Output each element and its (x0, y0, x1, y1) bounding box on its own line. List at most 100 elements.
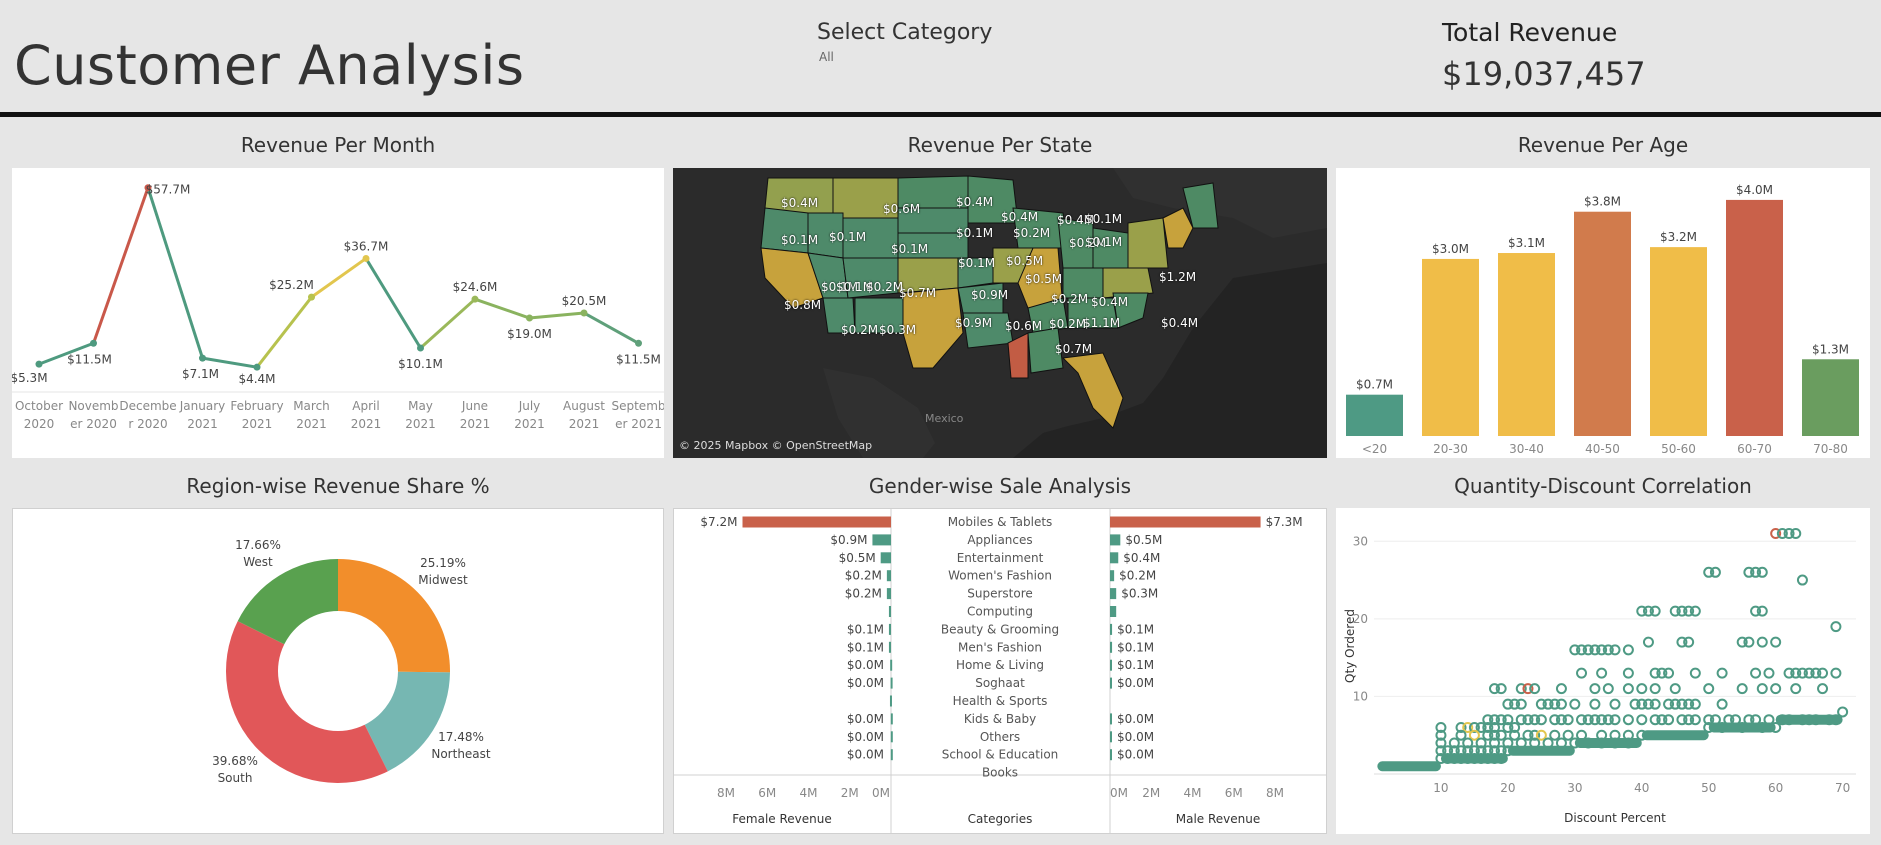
age-bar[interactable] (1802, 359, 1859, 436)
scatter-point[interactable] (1689, 667, 1701, 679)
age-bar[interactable] (1498, 253, 1555, 436)
female-bar[interactable] (890, 713, 893, 725)
month-chart-panel[interactable]: $5.3M $11.5M $57.7M $7.1M $4.4M $25.2M $36.7M $… (10, 168, 666, 458)
scatter-point[interactable] (1830, 621, 1842, 633)
scatter-point[interactable] (1562, 729, 1574, 741)
male-bar[interactable] (1110, 570, 1115, 582)
scatter-point[interactable] (1756, 636, 1768, 648)
scatter-point[interactable] (1555, 683, 1567, 695)
scatter-chart-panel[interactable]: 10 20 30 10 20 30 40 50 60 70 Discount Percent Qty … (1336, 508, 1870, 834)
age-bar[interactable] (1574, 211, 1631, 436)
scatter-point[interactable] (1770, 683, 1782, 695)
scatter-point[interactable] (1756, 683, 1768, 695)
age-bar[interactable] (1422, 258, 1479, 436)
scatter-point[interactable] (1636, 714, 1648, 726)
data-point[interactable] (362, 254, 370, 262)
scatter-point[interactable] (1796, 574, 1808, 586)
age-bar-chart[interactable]: $0.7M <20 $3.0M 20-30 $3.1M 30-40 $3.8M 40-50 $3… (1336, 168, 1870, 458)
data-point[interactable] (471, 295, 479, 303)
female-bar[interactable] (890, 731, 893, 743)
male-bar[interactable] (1110, 623, 1113, 635)
male-bar[interactable] (1110, 713, 1112, 725)
age-bar[interactable] (1346, 394, 1403, 436)
x-tick-label: 50 (1701, 781, 1716, 795)
scatter-point[interactable] (1716, 698, 1728, 710)
female-bar[interactable] (890, 749, 893, 761)
female-bar[interactable] (872, 534, 891, 546)
male-bar[interactable] (1110, 659, 1112, 671)
data-point[interactable] (635, 339, 642, 347)
female-bar[interactable] (890, 659, 893, 671)
region-donut-chart[interactable]: 25.19% Midwest 17.48% Northeast 39.68% South 1… (13, 509, 663, 833)
month-line-chart[interactable]: $5.3M $11.5M $57.7M $7.1M $4.4M $25.2M $36.7M $… (10, 168, 665, 458)
male-bar[interactable] (1110, 677, 1112, 689)
scatter-point[interactable] (1622, 667, 1634, 679)
scatter-point[interactable] (1770, 636, 1782, 648)
scatter-point[interactable] (1589, 698, 1601, 710)
scatter-point[interactable] (1622, 683, 1634, 695)
region-chart-panel[interactable]: 25.19% Midwest 17.48% Northeast 39.68% South 1… (12, 508, 664, 834)
scatter-point[interactable] (1589, 683, 1601, 695)
data-point[interactable] (526, 314, 533, 322)
map-copyright[interactable]: © 2025 Mapbox © OpenStreetMap (679, 439, 872, 452)
scatter-point[interactable] (1750, 667, 1762, 679)
scatter-point[interactable] (1622, 714, 1634, 726)
scatter-point[interactable] (1636, 683, 1648, 695)
male-bar[interactable] (1110, 606, 1117, 617)
scatter-point[interactable] (1716, 667, 1728, 679)
state-map-panel[interactable]: $0.4M $0.6M $0.4M $0.4M $0.1M $0.1M $0.1M $0.2M… (673, 168, 1327, 458)
scatter-point[interactable] (1642, 636, 1654, 648)
female-bar[interactable] (888, 641, 891, 653)
male-bar[interactable] (1110, 516, 1261, 528)
scatter-point[interactable] (1649, 683, 1661, 695)
scatter-point[interactable] (1703, 683, 1715, 695)
scatter-point[interactable] (1609, 698, 1621, 710)
male-bar[interactable] (1110, 552, 1119, 564)
scatter-point[interactable] (1576, 667, 1588, 679)
male-bar[interactable] (1110, 588, 1117, 600)
data-point[interactable] (199, 354, 206, 362)
female-bar[interactable] (886, 570, 891, 582)
scatter-point[interactable] (1669, 683, 1681, 695)
female-bar[interactable] (742, 516, 892, 528)
scatter-point[interactable] (1763, 667, 1775, 679)
data-point[interactable] (308, 293, 315, 301)
data-point[interactable] (35, 360, 43, 368)
scatter-point[interactable] (1622, 644, 1634, 656)
male-bar[interactable] (1110, 534, 1121, 546)
x-tick-label: 6M (758, 786, 776, 800)
female-bar[interactable] (888, 606, 891, 617)
age-bar[interactable] (1726, 199, 1783, 436)
bar-value-label: $0.7M (1356, 378, 1393, 392)
female-bar[interactable] (889, 695, 892, 707)
female-bar[interactable] (888, 623, 891, 635)
gender-butterfly-chart[interactable]: $7.2M $7.3M Mobiles & Tablets $0.9M $0.5M App… (674, 509, 1326, 833)
male-bar[interactable] (1110, 731, 1112, 743)
scatter-point[interactable] (1817, 683, 1829, 695)
gender-chart-panel[interactable]: $7.2M $7.3M Mobiles & Tablets $0.9M $0.5M App… (673, 508, 1327, 834)
age-bar[interactable] (1650, 247, 1707, 436)
scatter-point[interactable] (1596, 667, 1608, 679)
scatter-point[interactable] (1602, 683, 1614, 695)
age-chart-panel[interactable]: $0.7M <20 $3.0M 20-30 $3.1M 30-40 $3.8M 40-50 $3… (1336, 168, 1870, 458)
female-bar[interactable] (890, 677, 893, 689)
male-bar[interactable] (1110, 641, 1113, 653)
x-tick-label: 60 (1768, 781, 1783, 795)
male-bar[interactable] (1110, 749, 1112, 761)
quantity-discount-scatter[interactable]: 10203010 20 30 40 50 60 70Discount PercentQty … (1336, 508, 1870, 834)
female-bar[interactable] (886, 588, 891, 600)
category-label: Mobiles & Tablets (948, 515, 1053, 529)
scatter-point[interactable] (1830, 667, 1842, 679)
scatter-point[interactable] (1736, 683, 1748, 695)
female-bar[interactable] (880, 552, 891, 564)
data-point[interactable] (580, 309, 588, 317)
scatter-point[interactable] (1837, 706, 1849, 718)
scatter-point[interactable] (1790, 683, 1802, 695)
dense-point-band (1641, 730, 1709, 741)
data-point[interactable] (417, 344, 424, 352)
data-point[interactable] (90, 339, 97, 347)
data-point[interactable] (253, 363, 261, 371)
scatter-point[interactable] (1569, 698, 1581, 710)
scatter-point[interactable] (1549, 729, 1561, 741)
category-filter-dropdown[interactable]: All (819, 50, 834, 64)
